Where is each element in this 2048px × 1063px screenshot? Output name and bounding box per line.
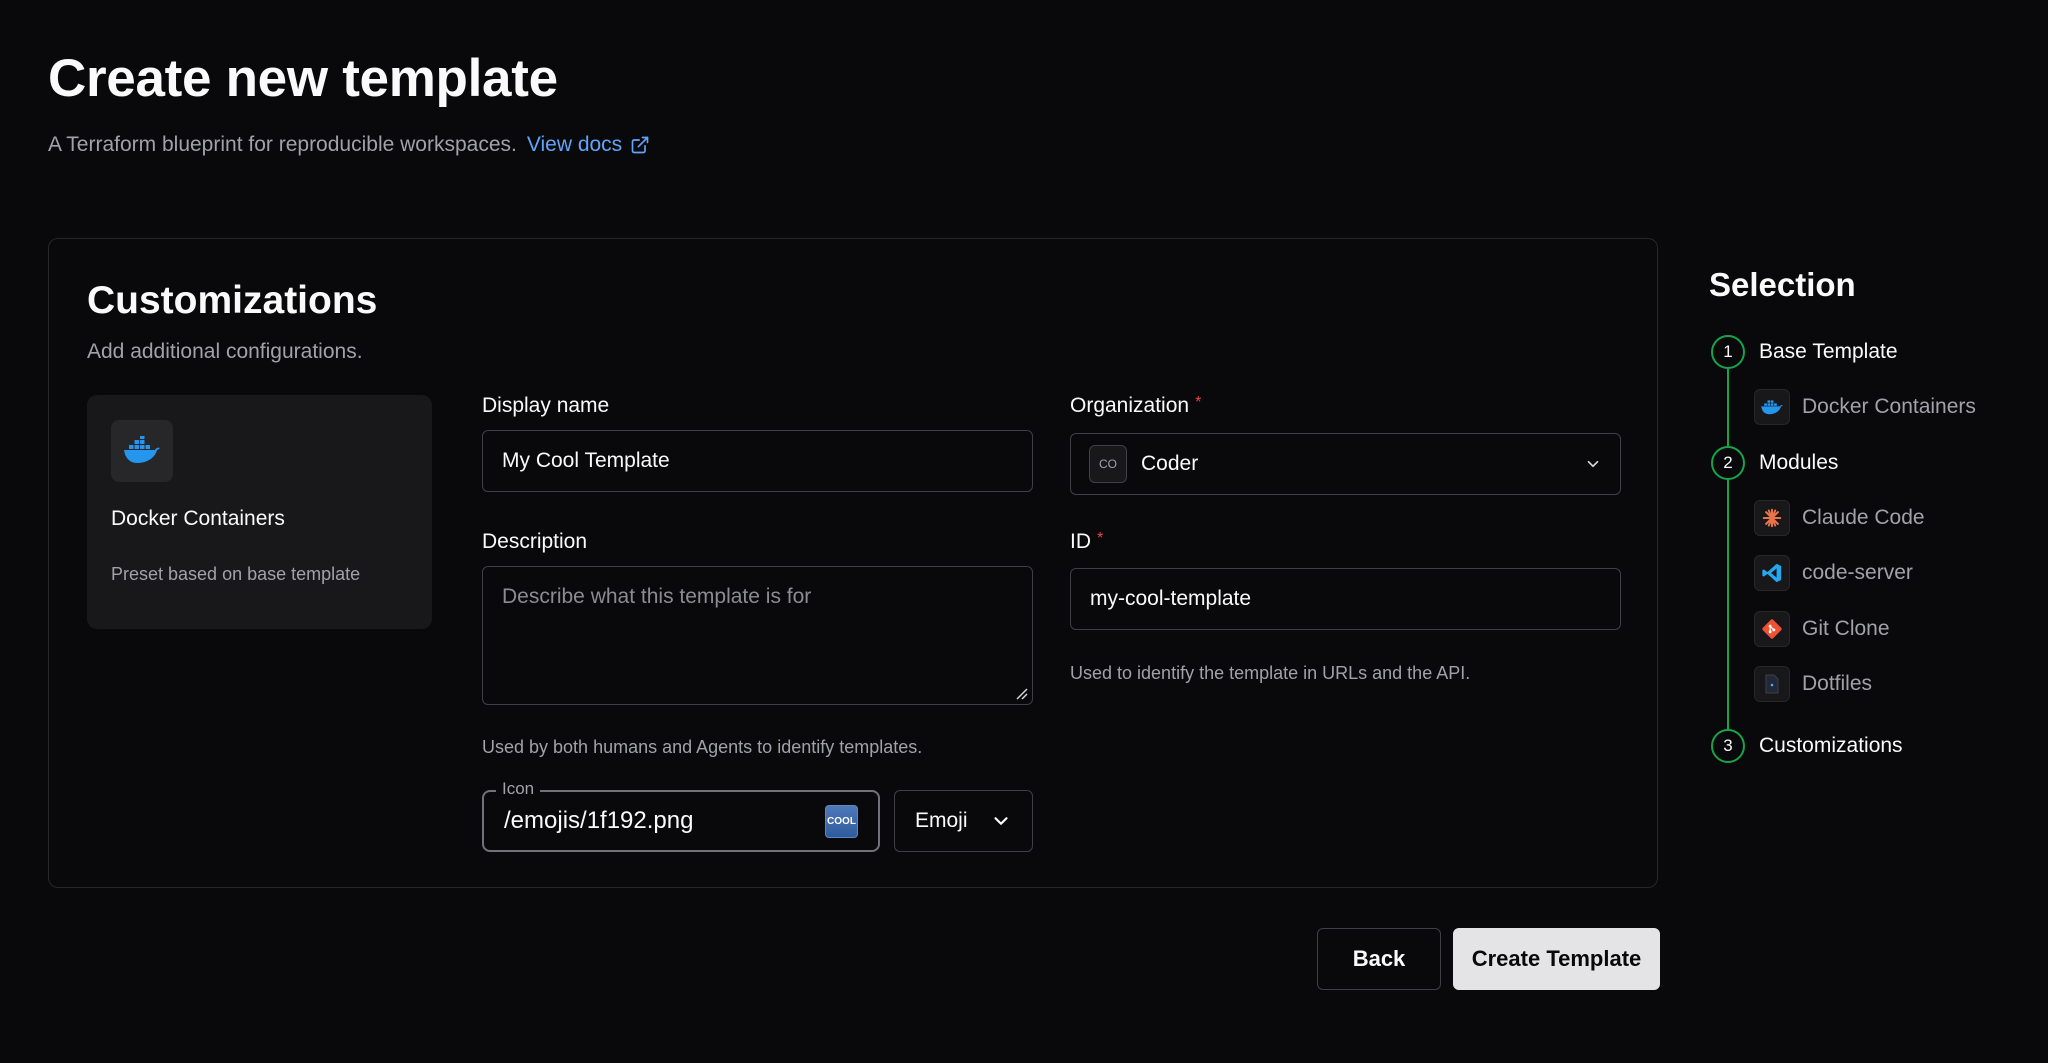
emoji-button-label: Emoji — [915, 809, 968, 832]
external-link-icon — [631, 136, 649, 154]
step-number-2: 2 — [1711, 446, 1745, 480]
required-mark: * — [1195, 394, 1202, 411]
resize-handle-icon[interactable] — [1012, 684, 1028, 700]
git-icon — [1754, 611, 1790, 647]
organization-value: Coder — [1141, 452, 1199, 475]
customizations-card: Customizations Add additional configurat… — [48, 238, 1658, 888]
required-mark: * — [1097, 530, 1104, 547]
card-title: Customizations — [87, 279, 378, 322]
icon-value: /emojis/1f192.png — [504, 807, 694, 834]
description-label: Description — [482, 530, 588, 553]
step-base-template[interactable]: Base Template — [1759, 340, 1898, 364]
page-title: Create new template — [48, 49, 558, 108]
icon-input[interactable]: Icon /emojis/1f192.png COOL — [482, 779, 880, 852]
organization-avatar: CO — [1089, 445, 1127, 483]
selection-module-code-server[interactable]: code-server — [1802, 561, 1913, 585]
id-label-text: ID — [1070, 530, 1091, 553]
preset-card: Docker Containers Preset based on base t… — [87, 395, 432, 629]
vscode-icon — [1754, 555, 1790, 591]
selection-base-docker[interactable]: Docker Containers — [1802, 395, 1976, 419]
back-button[interactable]: Back — [1317, 928, 1441, 990]
view-docs-label: View docs — [526, 133, 623, 156]
selection-module-dotfiles[interactable]: Dotfiles — [1802, 672, 1872, 696]
cool-emoji-preview-icon: COOL — [825, 804, 858, 838]
selection-module-git-clone[interactable]: Git Clone — [1802, 617, 1890, 641]
docker-icon — [111, 420, 173, 482]
description-help: Used by both humans and Agents to identi… — [482, 737, 923, 757]
description-placeholder: Describe what this template is for — [502, 585, 812, 608]
emoji-picker-button[interactable]: Emoji — [894, 790, 1033, 852]
icon-legend: Icon — [496, 779, 541, 799]
claude-icon — [1754, 500, 1790, 536]
selection-title: Selection — [1709, 266, 1856, 303]
step-customizations[interactable]: Customizations — [1759, 734, 1903, 758]
description-textarea[interactable]: Describe what this template is for — [482, 566, 1033, 705]
display-name-input[interactable]: My Cool Template — [482, 430, 1033, 492]
card-description: Add additional configurations. — [87, 340, 363, 363]
step-number-1: 1 — [1711, 335, 1745, 369]
display-name-label: Display name — [482, 394, 610, 417]
create-template-button[interactable]: Create Template — [1453, 928, 1660, 990]
step-modules[interactable]: Modules — [1759, 451, 1838, 475]
subtitle-text: A Terraform blueprint for reproducible w… — [48, 133, 517, 156]
preset-note: Preset based on base template — [111, 564, 361, 584]
id-value: my-cool-template — [1090, 587, 1252, 610]
organization-select[interactable]: CO Coder — [1070, 433, 1621, 495]
step-number-3: 3 — [1711, 729, 1745, 763]
docker-icon — [1754, 389, 1790, 425]
organization-label: Organization * — [1070, 394, 1201, 418]
id-label: ID * — [1070, 530, 1103, 554]
file-icon — [1754, 666, 1790, 702]
page-subtitle: A Terraform blueprint for reproducible w… — [48, 133, 650, 157]
display-name-value: My Cool Template — [502, 449, 670, 472]
chevron-down-icon — [994, 817, 1008, 825]
selection-module-claude-code[interactable]: Claude Code — [1802, 506, 1925, 530]
selection-timeline — [1727, 352, 1729, 746]
organization-label-text: Organization — [1070, 394, 1190, 417]
id-input[interactable]: my-cool-template — [1070, 568, 1621, 630]
chevron-down-icon — [1587, 460, 1599, 468]
id-help: Used to identify the template in URLs an… — [1070, 663, 1471, 683]
preset-name: Docker Containers — [111, 507, 285, 530]
view-docs-link[interactable]: View docs — [527, 133, 650, 157]
